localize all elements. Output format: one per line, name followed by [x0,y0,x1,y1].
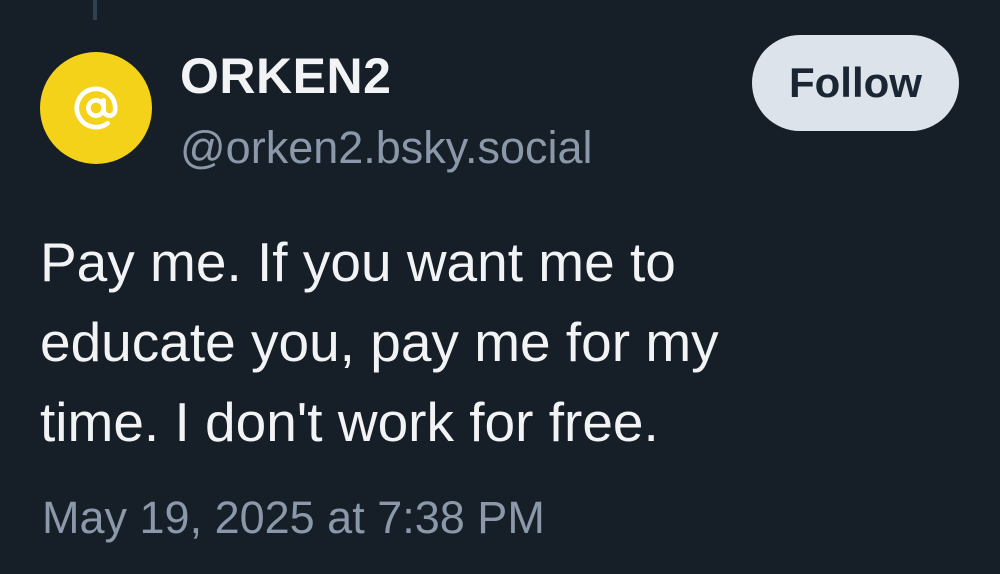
post-text-line: Pay me. If you want me to [40,231,676,293]
post-text-line: educate you, pay me for my [40,311,719,373]
author-display-name[interactable]: ORKEN2 [180,44,391,108]
avatar[interactable] [40,52,152,164]
at-sign-icon [74,86,118,130]
author-handle[interactable]: @orken2.bsky.social [180,118,593,178]
follow-button[interactable]: Follow [752,35,959,131]
thread-line [93,0,97,20]
post-card: ORKEN2 @orken2.bsky.social Follow Pay me… [0,0,1000,574]
post-timestamp[interactable]: May 19, 2025 at 7:38 PM [42,488,545,548]
post-text-line: time. I don't work for free. [40,391,659,453]
post-text: Pay me. If you want me to educate you, p… [40,222,940,462]
